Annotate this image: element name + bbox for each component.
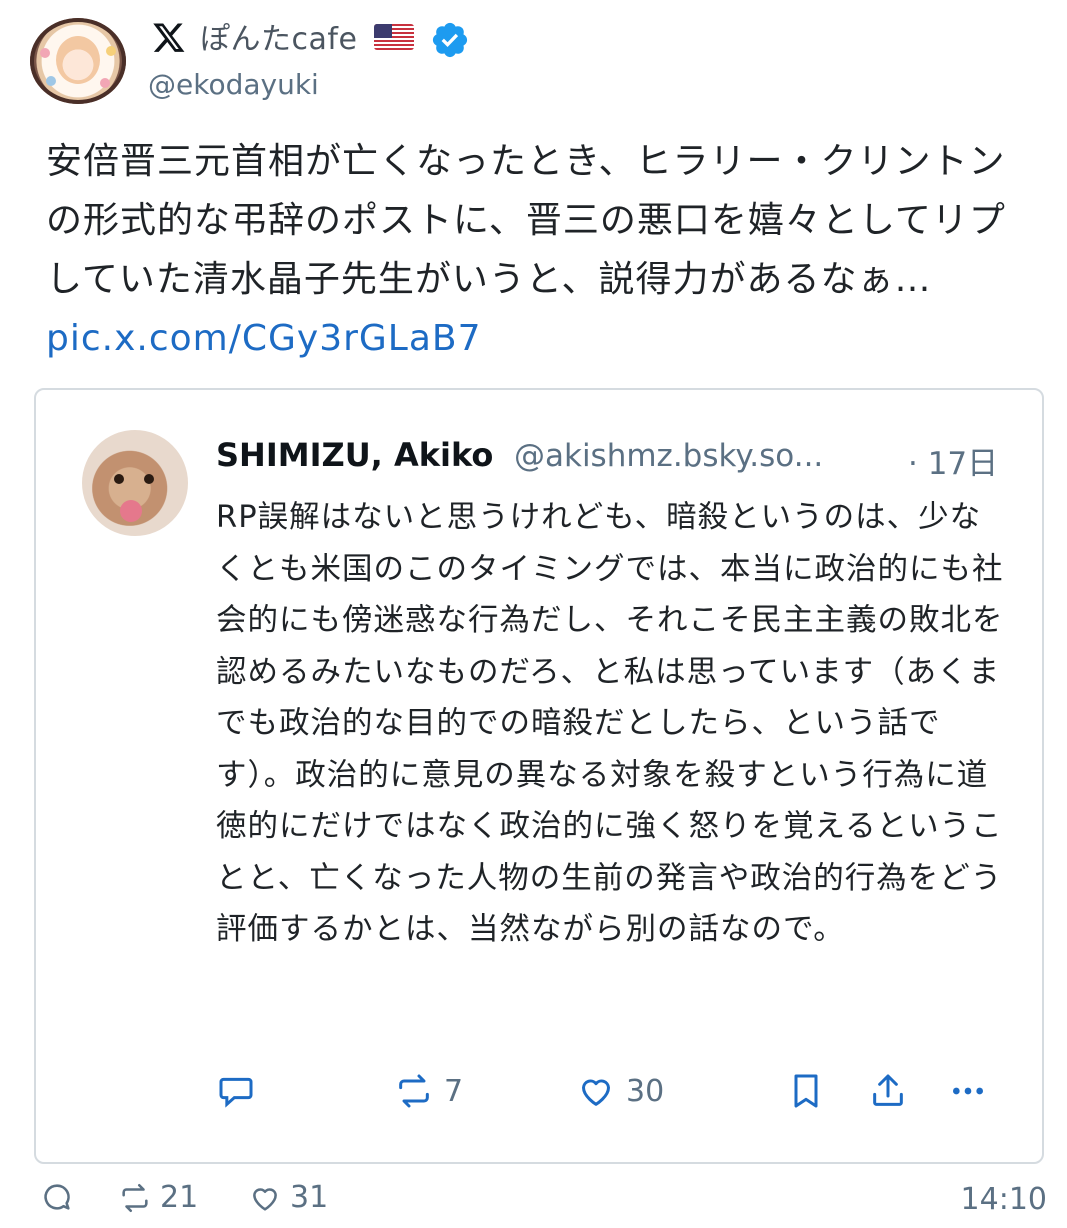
quote-like-count: 30 xyxy=(626,1073,665,1109)
quote-share-button[interactable] xyxy=(868,1066,908,1116)
author-avatar[interactable] xyxy=(30,18,126,104)
avatar-decoration xyxy=(120,500,142,522)
share-icon xyxy=(873,1074,903,1106)
quote-author-handle[interactable]: @akishmz.bsky.so... xyxy=(514,438,823,474)
quote-timestamp[interactable]: · 17日 xyxy=(908,438,998,483)
repost-icon xyxy=(122,1183,148,1212)
avatar-decoration xyxy=(46,76,56,86)
quote-repost-count: 7 xyxy=(444,1073,464,1109)
reply-button[interactable] xyxy=(40,1180,82,1214)
avatar-decoration xyxy=(144,474,154,484)
post-action-bar: 21 31 14:10 xyxy=(0,1170,1067,1228)
quote-more-button[interactable] xyxy=(948,1066,988,1116)
quote-author-name[interactable]: SHIMIZU, Akiko xyxy=(216,436,493,474)
avatar-face xyxy=(56,36,100,84)
avatar-decoration xyxy=(106,46,116,56)
quoted-post[interactable]: SHIMIZU, Akiko @akishmz.bsky.so... · 17日… xyxy=(34,388,1044,1164)
bookmark-icon xyxy=(794,1074,818,1108)
avatar-decoration xyxy=(114,474,124,484)
author-display-name[interactable]: ぽんたcafe xyxy=(200,14,357,58)
more-options-icon xyxy=(953,1087,983,1095)
quote-reply-button[interactable] xyxy=(216,1066,266,1116)
quote-author-avatar[interactable] xyxy=(82,430,188,536)
tweet-body: 安倍晋三元首相が亡くなったとき、ヒラリー・クリントンの形式的な弔辞のポストに、晋… xyxy=(46,141,1006,300)
like-button[interactable]: 31 xyxy=(248,1180,328,1215)
reply-icon xyxy=(219,1077,253,1108)
quote-repost-button[interactable]: 7 xyxy=(394,1066,463,1116)
x-logo-icon xyxy=(153,23,185,52)
heart-icon xyxy=(582,1079,610,1106)
repost-count: 21 xyxy=(160,1180,199,1215)
heart-icon xyxy=(253,1187,277,1211)
quote-text: RP誤解はないと思うけれども、暗殺というのは、少なくとも米国のこのタイミングでは… xyxy=(216,500,1004,947)
quote-like-button[interactable]: 30 xyxy=(576,1066,664,1116)
repost-icon xyxy=(399,1074,429,1108)
reply-icon xyxy=(44,1184,70,1210)
like-count: 31 xyxy=(290,1180,329,1215)
post-timestamp[interactable]: 14:10 xyxy=(961,1182,1047,1217)
avatar-decoration xyxy=(100,78,110,88)
verified-badge-icon xyxy=(432,22,468,58)
quote-bookmark-button[interactable] xyxy=(786,1066,826,1116)
author-handle[interactable]: @ekodayuki xyxy=(148,68,319,101)
repost-button[interactable]: 21 xyxy=(118,1180,198,1215)
us-flag-icon xyxy=(374,24,414,50)
tweet-text: 安倍晋三元首相が亡くなったとき、ヒラリー・クリントンの形式的な弔辞のポストに、晋… xyxy=(46,132,1036,368)
tweet-media-link[interactable]: pic.x.com/CGy3rGLaB7 xyxy=(46,318,482,359)
avatar-decoration xyxy=(40,48,50,58)
quote-action-bar: 7 30 xyxy=(36,1066,1042,1126)
